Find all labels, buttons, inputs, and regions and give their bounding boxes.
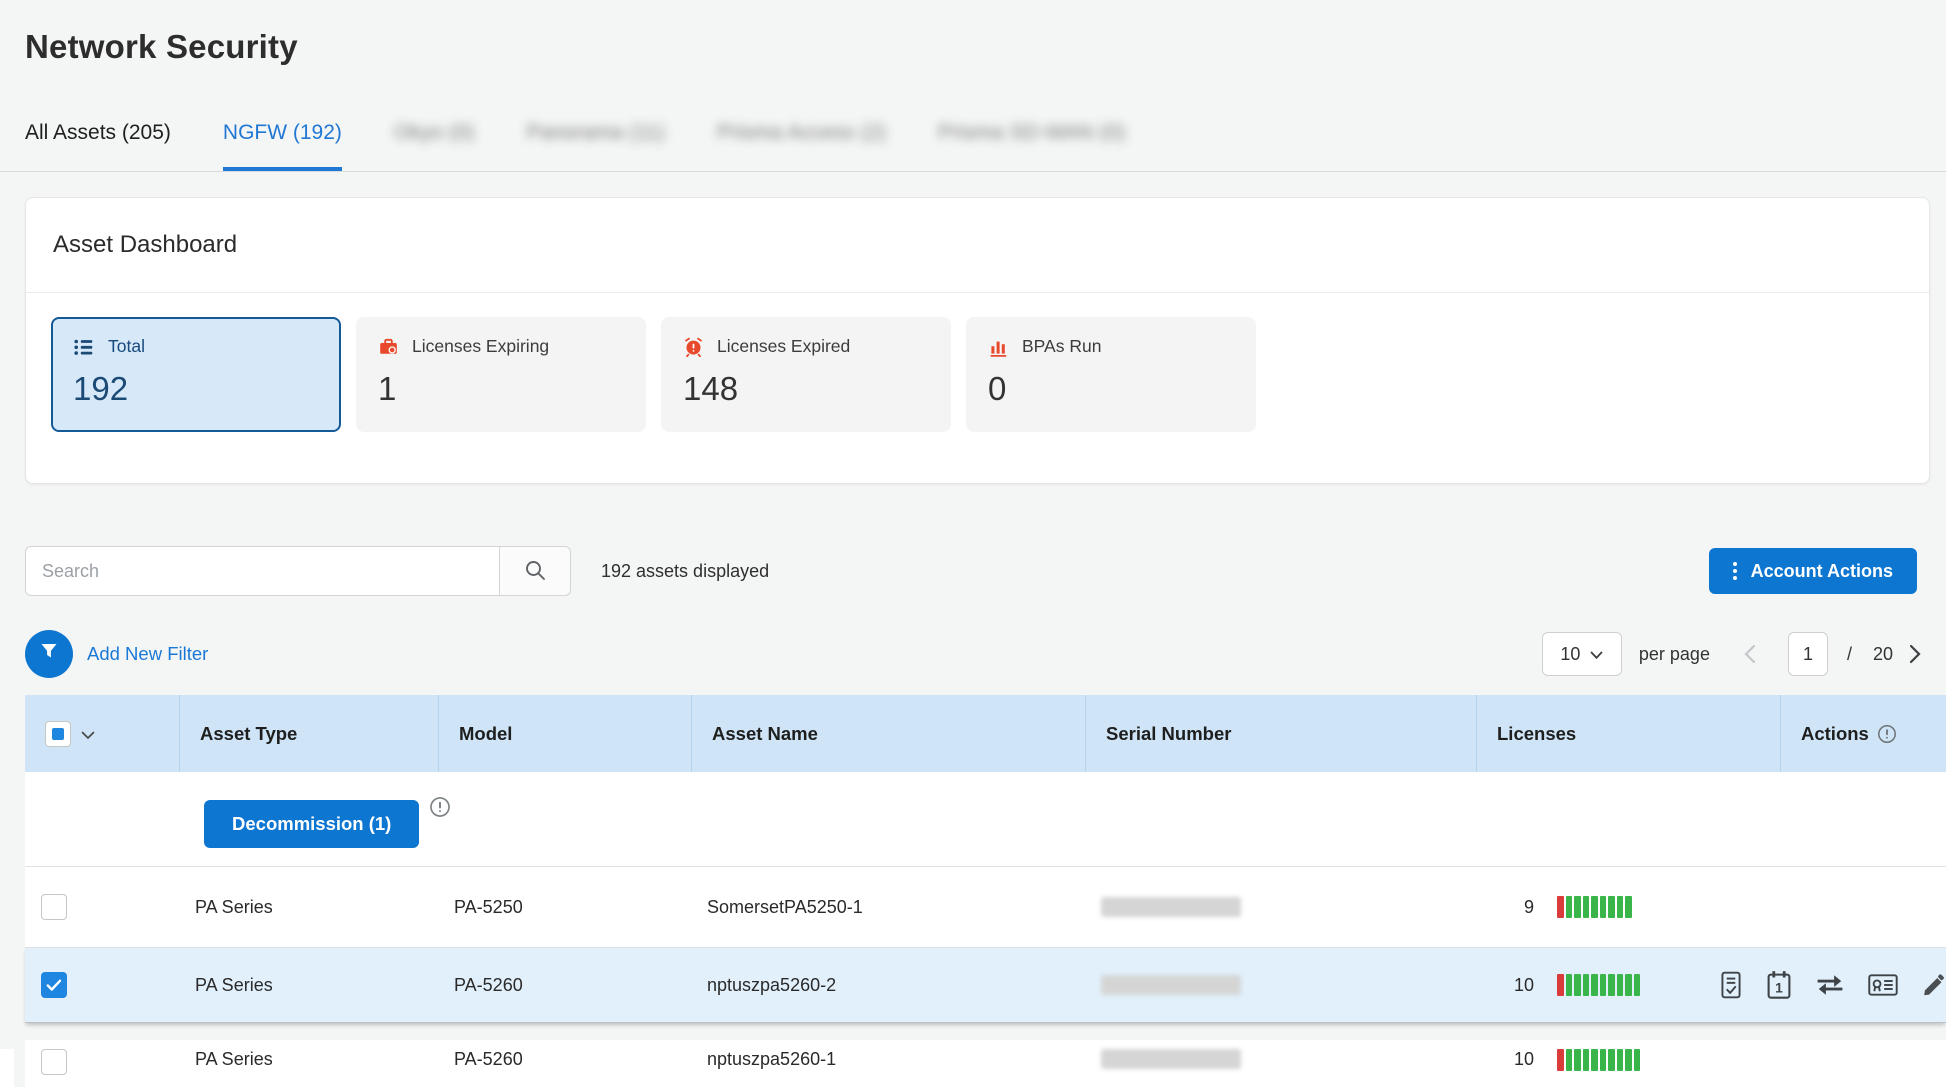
stat-value: 192 — [73, 370, 319, 408]
asset-dashboard-title: Asset Dashboard — [26, 198, 1929, 293]
row-checkbox[interactable] — [41, 1049, 67, 1075]
model-cell: PA-5260 — [438, 948, 691, 1022]
info-icon[interactable] — [1877, 724, 1897, 744]
list-icon — [73, 337, 95, 357]
row-checkbox[interactable] — [41, 894, 67, 920]
asset-table: Asset Type Model Asset Name Serial Numbe… — [25, 695, 1946, 1087]
select-all-checkbox[interactable] — [45, 721, 71, 747]
row-checkbox[interactable] — [41, 972, 67, 998]
search-icon — [523, 558, 547, 585]
stat-value: 148 — [683, 370, 929, 408]
tab-ngfw[interactable]: NGFW (192) — [223, 121, 342, 171]
edit-pencil-icon[interactable] — [1920, 971, 1946, 999]
table-toolbar: 192 assets displayed Account Actions — [25, 546, 1921, 596]
license-count: 9 — [1476, 897, 1534, 918]
tab-prisma-sd-wan[interactable]: Prisma SD-WAN (0) — [938, 121, 1125, 171]
asset-dashboard-card: Asset Dashboard Total 192 Licenses Expir… — [25, 197, 1930, 484]
transfer-icon[interactable] — [1814, 972, 1846, 998]
account-actions-button[interactable]: Account Actions — [1709, 548, 1917, 594]
column-header-licenses: Licenses — [1476, 695, 1780, 772]
add-new-filter-label[interactable]: Add New Filter — [87, 643, 208, 665]
column-header-serial-number: Serial Number — [1085, 695, 1476, 772]
assets-displayed-count: 192 assets displayed — [601, 561, 769, 582]
svg-text:1: 1 — [1775, 980, 1783, 996]
search-input[interactable] — [25, 546, 499, 596]
license-bars — [1557, 974, 1640, 996]
asset-type-cell: PA Series — [179, 948, 438, 1022]
column-header-asset-type: Asset Type — [179, 695, 438, 772]
license-count: 10 — [1476, 1049, 1534, 1070]
stat-value: 1 — [378, 370, 624, 408]
asset-type-cell: PA Series — [179, 1040, 438, 1087]
info-icon[interactable] — [429, 796, 451, 823]
column-header-model: Model — [438, 695, 691, 772]
row-gap — [25, 1023, 1946, 1040]
license-count: 10 — [1476, 975, 1534, 996]
tab-prisma-access[interactable]: Prisma Access (2) — [717, 121, 886, 171]
column-header-actions: Actions — [1780, 695, 1946, 772]
stat-card-bpas-run[interactable]: BPAs Run 0 — [966, 317, 1256, 432]
chevron-down-icon — [1590, 644, 1603, 665]
filter-pagination-row: Add New Filter 10 per page / 20 — [25, 629, 1921, 679]
page-separator: / — [1847, 644, 1852, 665]
stat-value: 0 — [988, 370, 1234, 408]
redacted-serial-number — [1101, 975, 1241, 995]
search-button[interactable] — [499, 546, 571, 596]
stat-label: BPAs Run — [1022, 336, 1101, 357]
stat-card-licenses-expired[interactable]: Licenses Expired 148 — [661, 317, 951, 432]
network-security-page: Network Security All Assets (205) NGFW (… — [0, 0, 1946, 1087]
stat-label: Total — [108, 336, 145, 357]
corner-artifact — [0, 1049, 14, 1087]
bar-chart-icon — [988, 336, 1009, 357]
chevron-down-icon[interactable] — [81, 723, 95, 745]
pagination: 10 per page / 20 — [1542, 632, 1921, 676]
current-page-input[interactable] — [1788, 632, 1828, 676]
toolbox-icon — [378, 336, 399, 357]
redacted-serial-number — [1101, 1049, 1241, 1069]
model-cell: PA-5250 — [438, 867, 691, 947]
table-row[interactable]: PA Series PA-5260 nptuszpa5260-2 10 1 — [25, 948, 1946, 1023]
stat-card-row: Total 192 Licenses Expiring 1 — [26, 293, 1929, 432]
asset-name-cell: nptuszpa5260-1 — [691, 1040, 1085, 1087]
alarm-icon — [683, 336, 704, 357]
per-page-label: per page — [1639, 644, 1710, 665]
decommission-button[interactable]: Decommission (1) — [204, 800, 419, 848]
asset-tabs: All Assets (205) NGFW (192) Okyo (0) Pan… — [0, 100, 1946, 172]
license-bars — [1557, 1049, 1640, 1071]
table-row[interactable]: PA Series PA-5260 nptuszpa5260-1 10 — [25, 1040, 1946, 1087]
tab-okyo[interactable]: Okyo (0) — [394, 121, 475, 171]
license-certificate-icon[interactable] — [1867, 971, 1899, 999]
license-bars — [1557, 896, 1632, 918]
chevron-right-icon[interactable] — [1909, 644, 1921, 664]
tab-all-assets[interactable]: All Assets (205) — [25, 121, 171, 171]
page-title: Network Security — [25, 28, 298, 66]
add-filter-button[interactable] — [25, 630, 73, 678]
report-icon[interactable] — [1718, 970, 1744, 1000]
stat-label: Licenses Expiring — [412, 336, 549, 357]
column-header-asset-name: Asset Name — [691, 695, 1085, 772]
search-group — [25, 546, 571, 596]
indeterminate-mark — [52, 728, 64, 740]
page-size-select[interactable]: 10 — [1542, 632, 1622, 676]
table-row[interactable]: PA Series PA-5250 SomersetPA5250-1 9 — [25, 867, 1946, 948]
asset-name-cell: nptuszpa5260-2 — [691, 948, 1085, 1022]
stat-card-licenses-expiring[interactable]: Licenses Expiring 1 — [356, 317, 646, 432]
chevron-left-icon[interactable] — [1744, 644, 1756, 664]
row-actions: 1 — [1718, 970, 1946, 1000]
tab-panorama[interactable]: Panorama (11) — [526, 121, 665, 171]
asset-type-cell: PA Series — [179, 867, 438, 947]
table-header-row: Asset Type Model Asset Name Serial Numbe… — [25, 695, 1946, 772]
calendar-day1-icon[interactable]: 1 — [1765, 970, 1793, 1000]
stat-label: Licenses Expired — [717, 336, 850, 357]
vertical-dots-icon — [1733, 562, 1737, 580]
model-cell: PA-5260 — [438, 1040, 691, 1087]
total-pages: 20 — [1873, 644, 1893, 665]
asset-name-cell: SomersetPA5250-1 — [691, 867, 1085, 947]
stat-card-total[interactable]: Total 192 — [51, 317, 341, 432]
redacted-serial-number — [1101, 897, 1241, 917]
funnel-icon — [39, 642, 59, 666]
bulk-action-row: Decommission (1) — [25, 772, 1946, 867]
